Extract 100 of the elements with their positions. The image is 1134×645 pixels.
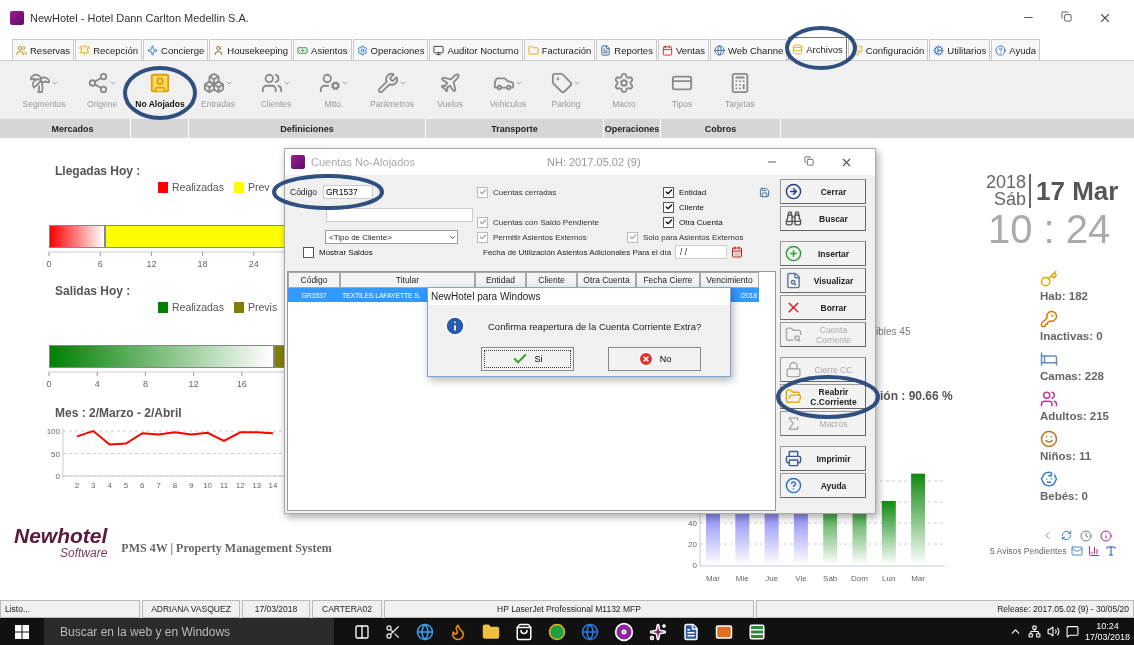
calendar-icon[interactable] xyxy=(731,246,744,258)
menu-tab[interactable]: Operaciones xyxy=(352,39,429,60)
gear-icon xyxy=(613,71,635,94)
clock-icon[interactable] xyxy=(1080,530,1092,542)
folder-search-icon xyxy=(785,326,802,343)
menu-tab[interactable]: Asientos xyxy=(293,39,352,60)
action-button[interactable]: Reabrir C.Corriente xyxy=(780,384,866,409)
checkbox[interactable]: Entidad xyxy=(663,186,707,198)
sparkles-icon[interactable] xyxy=(649,622,667,641)
tick-label: 100 xyxy=(46,427,60,436)
ribbon-tool[interactable]: No Alojados xyxy=(131,61,189,119)
action-button[interactable]: Borrar xyxy=(780,295,866,320)
banknote-icon xyxy=(297,44,309,56)
tick-label: 13 xyxy=(252,481,262,490)
menu-tab[interactable]: Utilitarios xyxy=(929,39,991,60)
menu-tab[interactable]: Housekeeping xyxy=(209,39,293,60)
code-field[interactable]: GR1537 xyxy=(323,185,373,199)
dialog-title: NewHotel para Windows xyxy=(431,291,541,302)
dialog-button[interactable]: No xyxy=(608,347,701,371)
globe-icon[interactable] xyxy=(416,622,434,641)
date-field[interactable]: / / xyxy=(675,245,728,259)
action-button[interactable]: Insertar xyxy=(780,241,866,266)
status-text: Release: 2017.05.02 (9) - 30/05/20 xyxy=(997,604,1129,614)
check-icon xyxy=(628,233,637,241)
menu-tab[interactable]: Reservas xyxy=(12,39,75,60)
bell-icon xyxy=(79,44,91,56)
scissors-icon[interactable] xyxy=(385,623,401,640)
checkbox[interactable]: Cliente xyxy=(663,201,704,213)
weekday-text: Sáb xyxy=(994,191,1027,208)
tick-label: 24 xyxy=(248,259,259,269)
menu-tab[interactable]: Web Channe xyxy=(709,39,788,60)
stat-text: Adultos: 215 xyxy=(1040,410,1109,422)
menu-tab[interactable]: Archivos xyxy=(788,37,847,60)
puzzle-icon xyxy=(851,44,863,56)
tick-label: 12 xyxy=(146,259,157,269)
tick-label: 0 xyxy=(55,472,60,481)
tick-label: Mar xyxy=(911,574,925,583)
maximize-icon[interactable] xyxy=(804,155,814,166)
chart-title: ión : 90.66 % xyxy=(880,389,953,403)
column-header: Otra Cuenta xyxy=(577,272,636,288)
volume-icon[interactable] xyxy=(1046,625,1060,638)
menu-tab[interactable]: Auditor Nocturno xyxy=(429,39,523,60)
tick-label: 7 xyxy=(156,481,161,490)
search-field[interactable]: Buscar en la web y en Windows xyxy=(44,618,334,645)
logo-tagline: Software xyxy=(60,546,108,560)
bars-icon[interactable] xyxy=(1088,545,1101,557)
folder-icon[interactable] xyxy=(482,622,500,641)
client-type-select[interactable]: <Tipo de Cliente> xyxy=(325,230,458,244)
chart-bar xyxy=(881,500,896,565)
task-view-icon[interactable] xyxy=(354,623,370,640)
stat-text: Hab: 182 xyxy=(1040,290,1088,302)
action-button[interactable]: Imprimir xyxy=(780,446,866,471)
restore-icon[interactable] xyxy=(1061,10,1072,22)
disc-icon[interactable] xyxy=(614,621,634,642)
info-icon[interactable] xyxy=(1100,530,1112,542)
font-icon[interactable] xyxy=(1105,545,1118,557)
menu-tab[interactable]: Configuración xyxy=(847,39,929,60)
document-icon[interactable] xyxy=(682,622,700,641)
globe-icon[interactable] xyxy=(581,622,599,641)
menu-tab[interactable]: Concierge xyxy=(143,39,209,60)
save-icon[interactable] xyxy=(759,186,770,198)
tick-label: 4 xyxy=(94,379,100,389)
windows-logo-icon[interactable] xyxy=(15,624,29,639)
holder-field[interactable] xyxy=(326,207,473,222)
year-text: 2018 xyxy=(986,174,1027,191)
stat-text: Camas: 228 xyxy=(1040,370,1104,382)
message-icon[interactable] xyxy=(1065,625,1079,638)
menu-tab[interactable]: Reportes xyxy=(596,39,657,60)
app-logo-icon xyxy=(10,10,24,25)
action-button[interactable]: Visualizar xyxy=(780,268,866,293)
menu-tab[interactable]: Ventas xyxy=(657,39,709,60)
action-button[interactable]: Buscar xyxy=(780,206,866,231)
baby-icon xyxy=(1040,470,1058,488)
tick-label: 18 xyxy=(197,259,208,269)
stat-text: ibles 45 xyxy=(876,326,911,337)
field-label: Fecha de Utilización Asientos Adicionales Para el día xyxy=(483,247,672,257)
flame-icon[interactable] xyxy=(449,622,467,641)
circle-icon[interactable] xyxy=(548,622,566,641)
checkbox[interactable]: Otra Cuenta xyxy=(663,216,723,228)
checkbox[interactable]: Mostrar Saldos xyxy=(303,246,373,258)
action-button[interactable]: Cerrar xyxy=(780,179,866,204)
boxes-icon xyxy=(203,71,225,94)
status-text: HP LaserJet Professional M1132 MFP xyxy=(497,604,641,614)
chart-title: Salidas Hoy : xyxy=(55,284,131,299)
tick-label: Mie xyxy=(735,574,749,583)
spreadsheet-icon[interactable] xyxy=(748,622,766,641)
network-icon[interactable] xyxy=(1027,625,1041,638)
menu-tab[interactable]: Recepción xyxy=(75,39,142,60)
column-header: Titular xyxy=(340,272,475,288)
bag-icon[interactable] xyxy=(515,622,533,641)
key-icon xyxy=(1040,270,1058,288)
menu-tab[interactable]: Facturación xyxy=(523,39,596,60)
printer-icon xyxy=(785,450,802,467)
tick-label: 6 xyxy=(97,259,103,269)
mail-icon[interactable] xyxy=(715,622,733,641)
refresh-icon[interactable] xyxy=(1061,530,1072,541)
action-button[interactable]: Ayuda xyxy=(780,473,866,498)
tick-label: 0 xyxy=(46,259,52,269)
menu-tab[interactable]: Ayuda xyxy=(991,39,1041,60)
dialog-button[interactable]: Si xyxy=(481,347,574,371)
